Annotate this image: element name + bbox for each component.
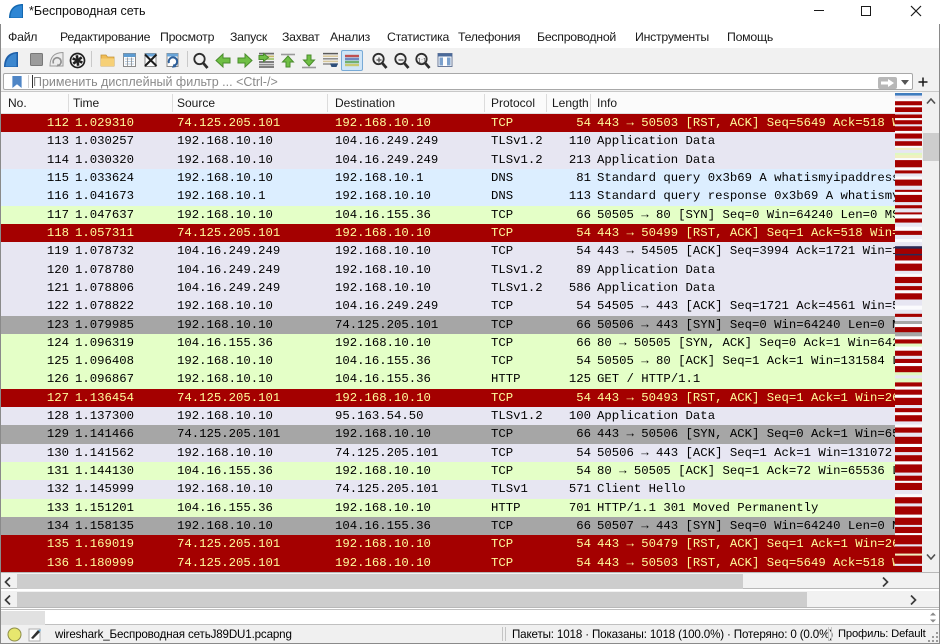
svg-text:1:1: 1:1: [417, 57, 426, 64]
